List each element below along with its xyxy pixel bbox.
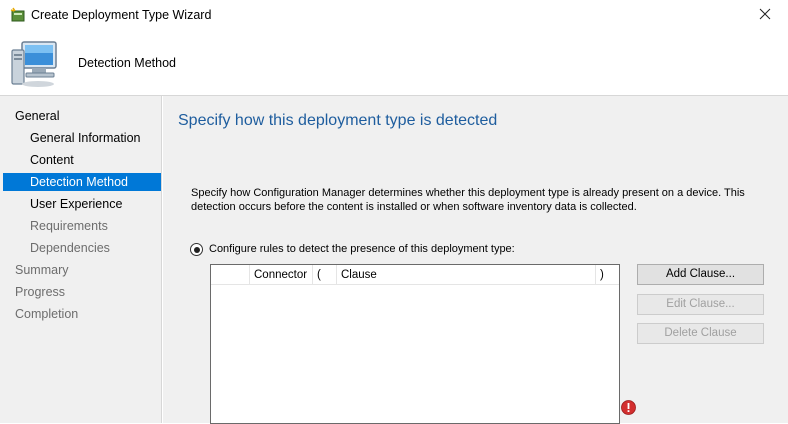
step-general[interactable]: General <box>3 107 161 125</box>
step-content[interactable]: Content <box>3 151 161 169</box>
configure-rules-radio[interactable] <box>190 243 203 256</box>
add-clause-button[interactable]: Add Clause... <box>637 264 764 285</box>
column-header-open-paren[interactable]: ( <box>313 265 337 285</box>
configure-rules-label: Configure rules to detect the presence o… <box>209 243 515 255</box>
header-title: Detection Method <box>78 56 176 70</box>
step-progress: Progress <box>15 285 66 299</box>
wizard-step-list: General General Information Content Dete… <box>0 96 162 423</box>
error-icon <box>621 400 636 415</box>
delete-clause-button[interactable]: Delete Clause <box>637 323 764 344</box>
step-user-experience[interactable]: User Experience <box>3 195 161 213</box>
grid-header: Connector ( Clause ) <box>211 265 619 285</box>
column-header-clause[interactable]: Clause <box>337 265 596 285</box>
edit-clause-button[interactable]: Edit Clause... <box>637 294 764 315</box>
close-icon <box>759 8 771 23</box>
column-header-connector[interactable]: Connector <box>250 265 313 285</box>
step-general-information[interactable]: General Information <box>3 129 161 147</box>
column-header-blank[interactable] <box>211 265 250 285</box>
wizard-app-icon <box>10 7 26 23</box>
wizard-header: Detection Method <box>0 30 788 96</box>
title-bar: Create Deployment Type Wizard <box>0 0 788 30</box>
window-title: Create Deployment Type Wizard <box>31 8 212 22</box>
step-dependencies: Dependencies <box>30 241 110 255</box>
page-title: Specify how this deployment type is dete… <box>178 112 498 129</box>
step-summary: Summary <box>15 263 69 277</box>
step-completion: Completion <box>15 307 79 321</box>
page-description: Specify how Configuration Manager determ… <box>191 187 745 213</box>
step-requirements: Requirements <box>30 219 108 233</box>
wizard-page: Specify how this deployment type is dete… <box>163 96 788 424</box>
column-header-close-paren[interactable]: ) <box>596 265 619 285</box>
step-detection-method[interactable]: Detection Method <box>3 173 161 191</box>
close-button[interactable] <box>742 0 788 30</box>
computer-icon <box>8 36 64 92</box>
detection-clauses-grid[interactable]: Connector ( Clause ) <box>210 264 620 424</box>
